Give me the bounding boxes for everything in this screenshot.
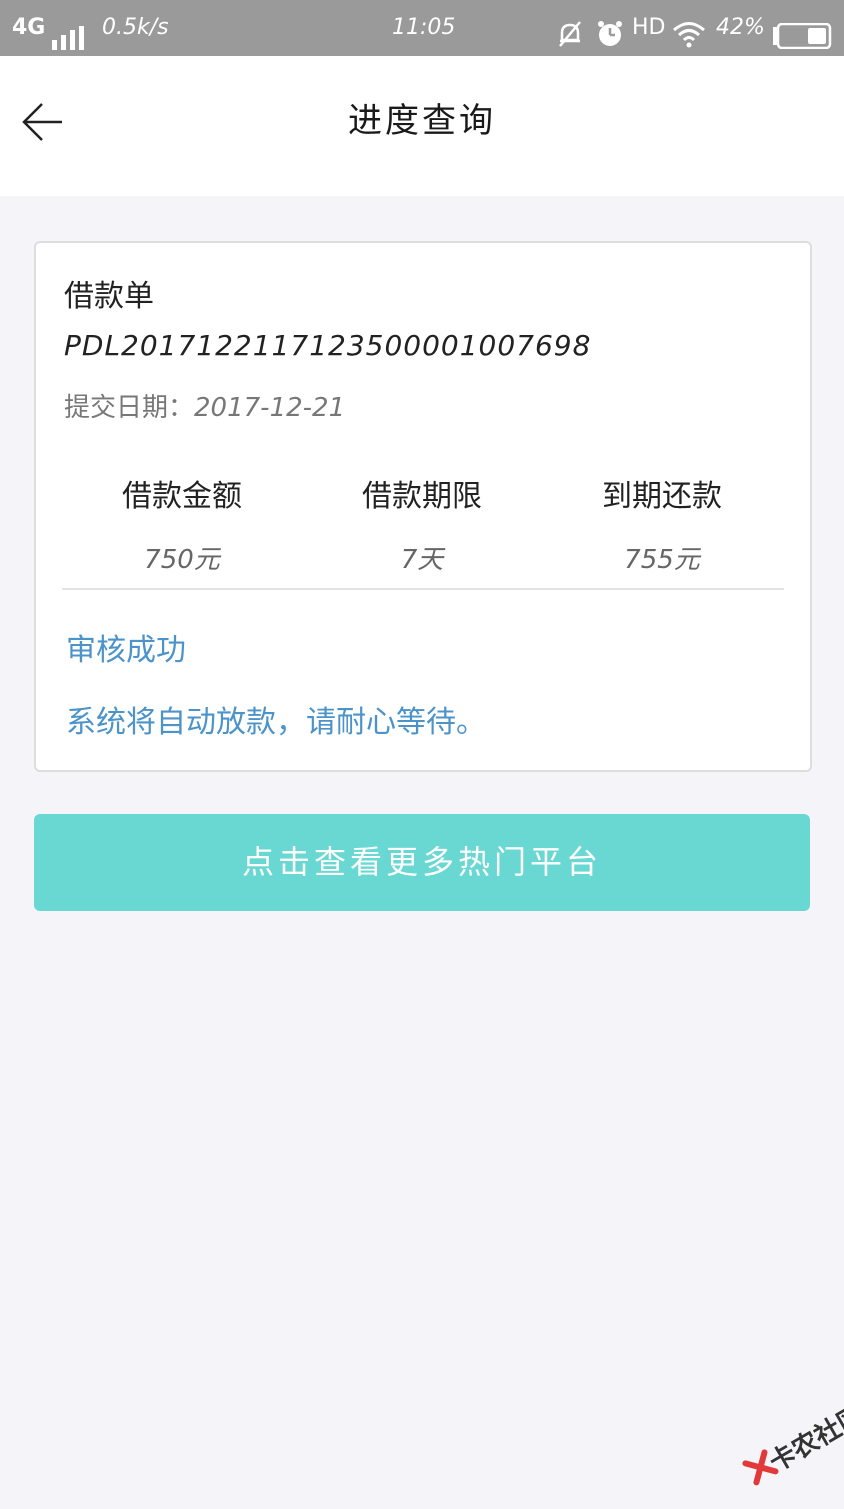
card-title: 借款单 xyxy=(64,279,154,314)
clock-time: 11:05 xyxy=(392,15,456,40)
wifi-icon xyxy=(672,14,706,48)
signal-icon xyxy=(52,16,86,50)
watermark-text: 卡农社区 xyxy=(764,1400,844,1479)
network-speed: 0.5k/s xyxy=(102,15,169,40)
submit-date: 提交日期：2017-12-21 xyxy=(64,387,345,424)
nav-bar: 进度查询 xyxy=(0,56,844,196)
hd-label: HD xyxy=(632,15,666,40)
review-status: 审核成功 xyxy=(66,633,186,668)
divider xyxy=(62,588,784,590)
loan-amount-label: 借款金额 xyxy=(122,479,242,514)
status-bar: 4G 0.5k/s 11:05 HD 42% xyxy=(0,0,844,56)
page-title: 进度查询 xyxy=(348,101,496,141)
order-number: PDL2017122117123500001007698 xyxy=(64,329,592,362)
more-platforms-button[interactable]: 点击查看更多热门平台 xyxy=(34,814,810,911)
mute-bell-icon xyxy=(556,14,584,47)
network-type: 4G xyxy=(12,15,46,40)
submit-date-label: 提交日期： xyxy=(64,393,195,423)
submit-date-value: 2017-12-21 xyxy=(194,393,346,423)
loan-term-value: 7天 xyxy=(400,545,444,575)
alarm-icon xyxy=(596,14,624,46)
loan-amount-value: 750元 xyxy=(144,545,220,575)
loan-term-label: 借款期限 xyxy=(362,479,482,514)
battery-icon xyxy=(772,15,832,50)
repayment-label: 到期还款 xyxy=(602,479,722,514)
status-message: 系统将自动放款，请耐心等待。 xyxy=(66,705,486,740)
repayment-value: 755元 xyxy=(624,545,700,575)
battery-percent: 42% xyxy=(716,15,765,40)
loan-card: 借款单 PDL2017122117123500001007698 提交日期：20… xyxy=(34,241,812,772)
watermark: 卡农社区 xyxy=(727,1387,844,1508)
